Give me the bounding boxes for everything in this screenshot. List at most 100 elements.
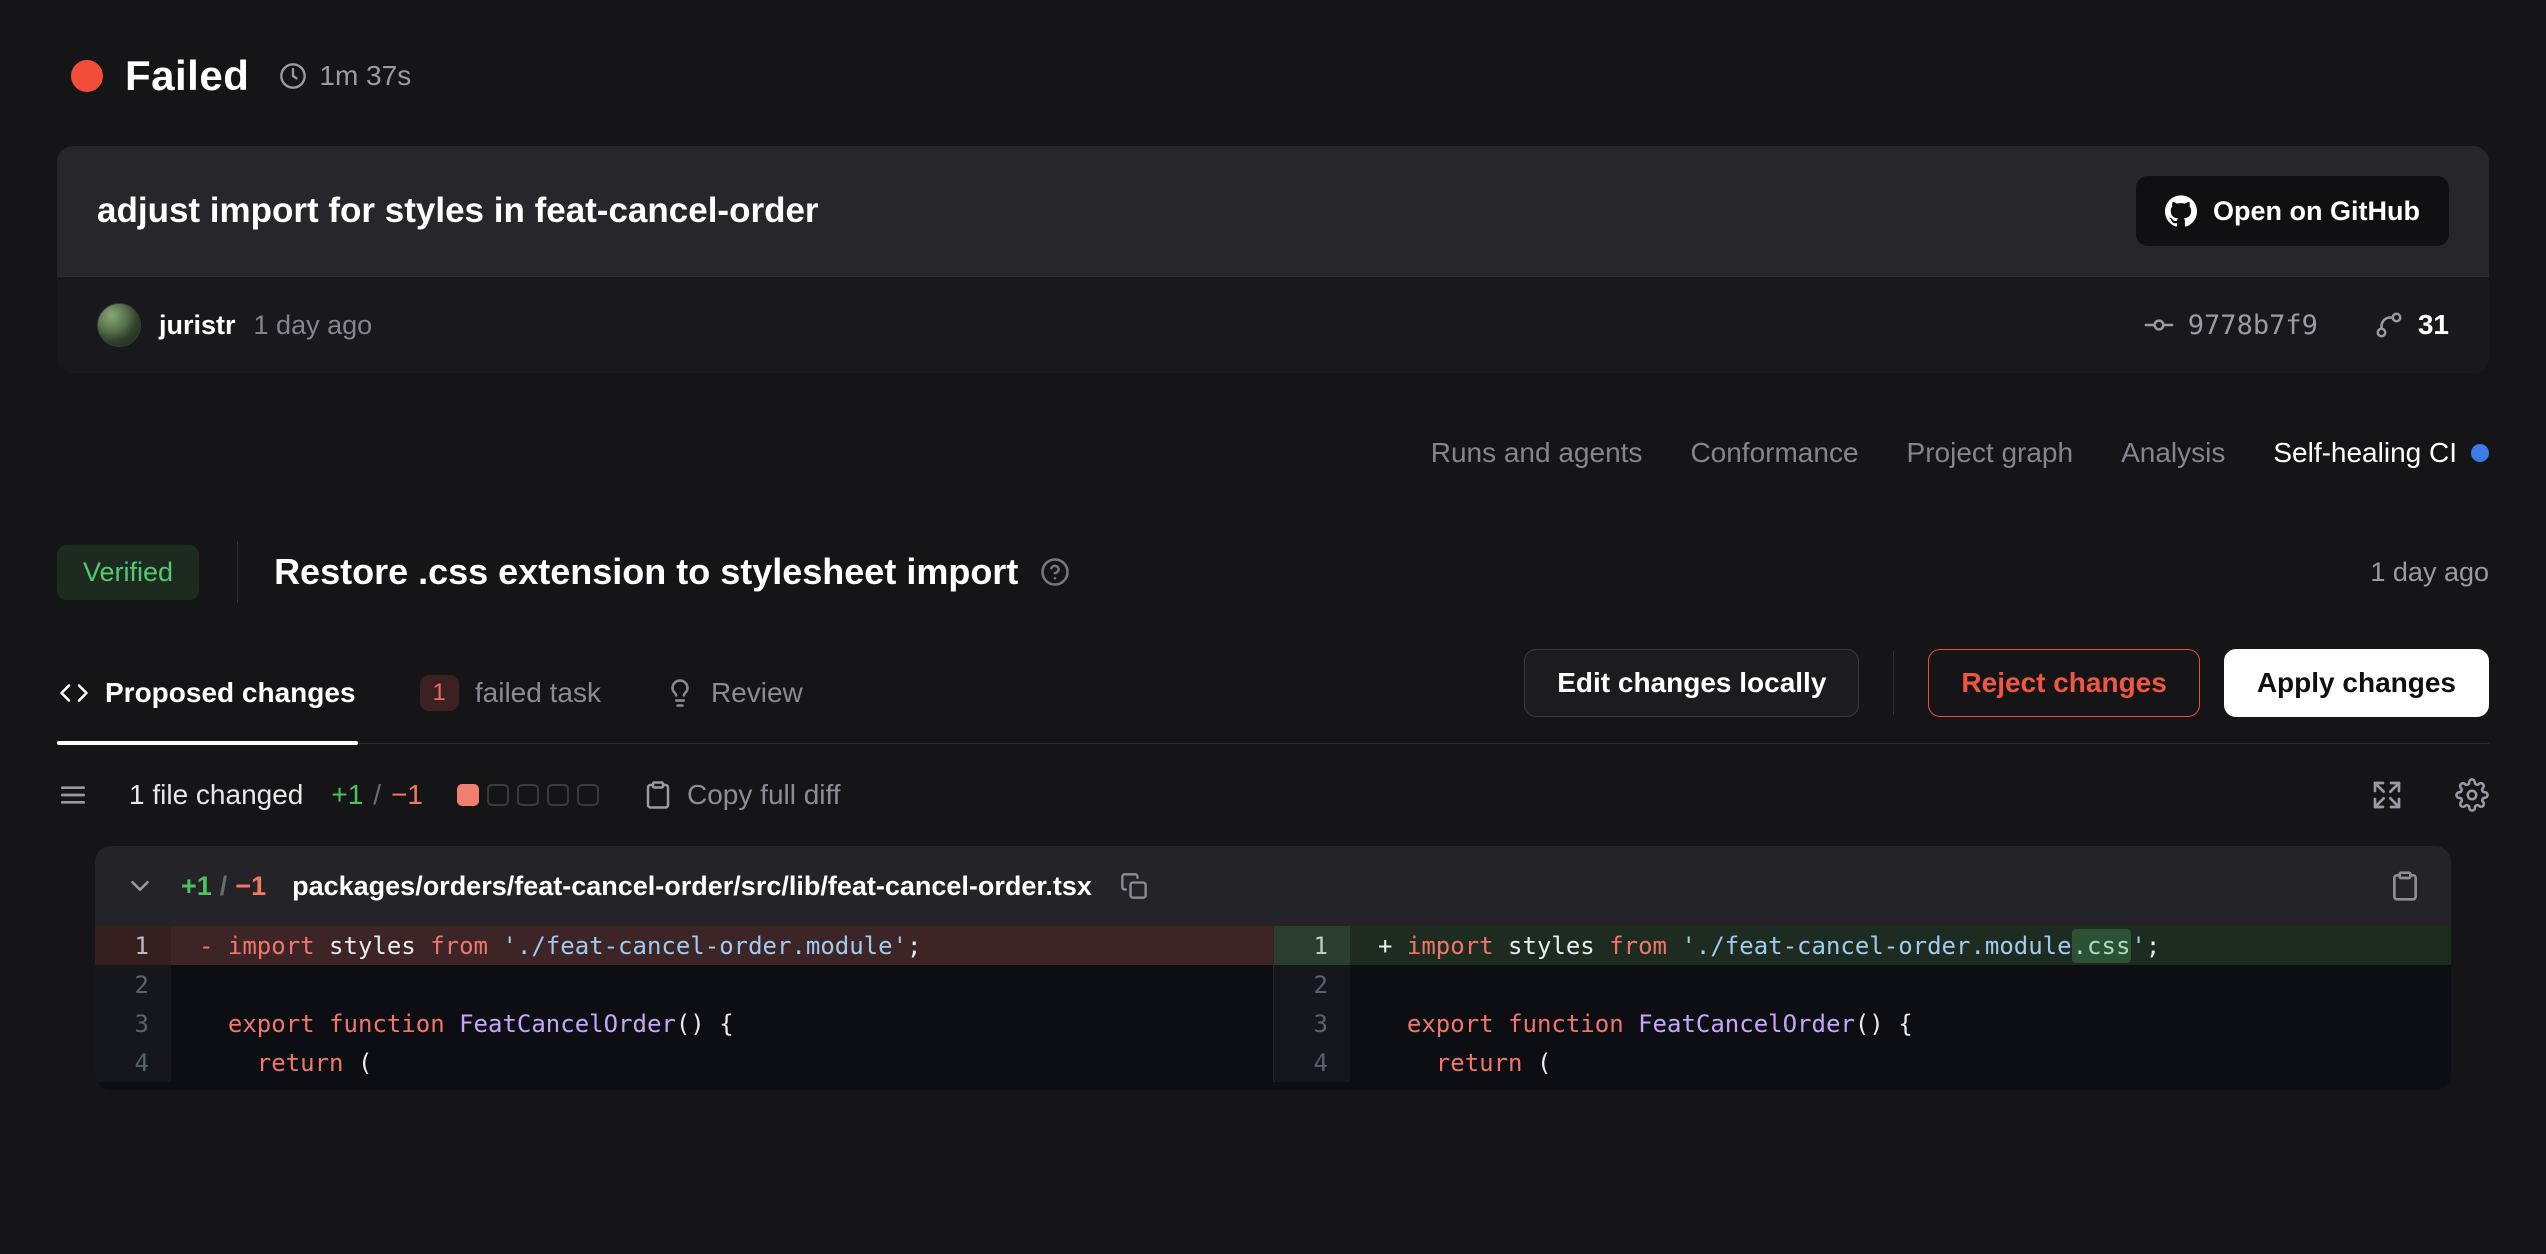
line-content — [171, 965, 1273, 1004]
commit-title-row: adjust import for styles in feat-cancel-… — [57, 146, 2489, 276]
active-nav-dot — [2471, 444, 2489, 462]
github-button-label: Open on GitHub — [2213, 196, 2420, 227]
copy-path-icon[interactable] — [1120, 872, 1148, 900]
nav-conformance[interactable]: Conformance — [1690, 437, 1858, 469]
clock-icon — [279, 62, 307, 90]
copy-full-diff-button[interactable]: Copy full diff — [643, 779, 841, 811]
ratio-square — [487, 784, 509, 806]
diff-line: 1- import styles from './feat-cancel-ord… — [95, 926, 1273, 965]
diff-stats: +1 / −1 — [331, 779, 423, 811]
line-number: 4 — [1274, 1043, 1350, 1082]
diff-toolbar-right — [2371, 778, 2489, 812]
commit-hash-text: 9778b7f9 — [2188, 310, 2318, 341]
vertical-divider — [237, 541, 238, 603]
nav-project-graph[interactable]: Project graph — [1907, 437, 2074, 469]
line-content: export function FeatCancelOrder() { — [171, 1004, 1273, 1043]
status-label: Failed — [125, 52, 249, 100]
nav-self-healing-ci[interactable]: Self-healing CI — [2273, 437, 2489, 469]
ratio-square — [517, 784, 539, 806]
diff-toolbar-left: 1 file changed +1 / −1 Copy full diff — [57, 779, 841, 811]
diff-line: 1+ import styles from './feat-cancel-ord… — [1274, 926, 2451, 965]
clipboard-icon — [643, 780, 673, 810]
copy-full-diff-label: Copy full diff — [687, 779, 841, 811]
file-additions: +1 — [181, 871, 212, 902]
additions-count: +1 — [331, 779, 363, 811]
line-number: 4 — [95, 1043, 171, 1082]
commit-meta-row: juristr 1 day ago 9778b7f9 31 — [57, 276, 2489, 373]
commit-meta-right: 9778b7f9 31 — [2144, 309, 2449, 341]
apply-changes-button[interactable]: Apply changes — [2224, 649, 2489, 717]
line-number: 3 — [1274, 1004, 1350, 1043]
file-header: +1 / −1 packages/orders/feat-cancel-orde… — [95, 846, 2451, 926]
commit-hash[interactable]: 9778b7f9 — [2144, 310, 2318, 341]
diff-line: 2 — [1274, 965, 2451, 1004]
branch-stat[interactable]: 31 — [2374, 309, 2449, 341]
nav-runs-and-agents[interactable]: Runs and agents — [1431, 437, 1643, 469]
hamburger-menu-icon[interactable] — [57, 779, 89, 811]
line-number: 1 — [1274, 926, 1350, 965]
commit-time: 1 day ago — [254, 310, 373, 341]
branch-icon — [2374, 310, 2404, 340]
diff-line: 3 export function FeatCancelOrder() { — [95, 1004, 1273, 1043]
github-icon — [2165, 195, 2197, 227]
code-icon — [59, 678, 89, 708]
file-slash: / — [220, 871, 228, 902]
file-diff-stats: +1 / −1 — [181, 871, 266, 902]
line-content: export function FeatCancelOrder() { — [1350, 1004, 2451, 1043]
line-content: - import styles from './feat-cancel-orde… — [171, 926, 1273, 965]
branch-count: 31 — [2418, 309, 2449, 341]
line-number: 3 — [95, 1004, 171, 1043]
gear-icon[interactable] — [2455, 778, 2489, 812]
ratio-square — [457, 784, 479, 806]
tabs-bar: Proposed changes 1 failed task Review Ed… — [57, 649, 2489, 744]
status-row: Failed 1m 37s — [71, 52, 2489, 100]
diff-pane-right: 1+ import styles from './feat-cancel-ord… — [1273, 926, 2451, 1082]
stats-slash: / — [373, 779, 381, 811]
reject-changes-button[interactable]: Reject changes — [1928, 649, 2199, 717]
author-name: juristr — [159, 310, 236, 341]
diff-line: 2 — [95, 965, 1273, 1004]
duration-text: 1m 37s — [319, 60, 411, 92]
page: Failed 1m 37s adjust import for styles i… — [0, 0, 2546, 1090]
ratio-square — [547, 784, 569, 806]
line-number: 2 — [1274, 965, 1350, 1004]
line-number: 1 — [95, 926, 171, 965]
tab-failed-task[interactable]: 1 failed task — [418, 659, 603, 743]
tab-proposed-changes[interactable]: Proposed changes — [57, 659, 358, 743]
avatar[interactable] — [97, 303, 141, 347]
copy-file-diff-icon[interactable] — [2389, 870, 2421, 902]
line-content: + import styles from './feat-cancel-orde… — [1350, 926, 2451, 965]
commit-icon — [2144, 310, 2174, 340]
ratio-square — [577, 784, 599, 806]
status-duration: 1m 37s — [279, 60, 411, 92]
open-on-github-button[interactable]: Open on GitHub — [2136, 176, 2449, 246]
line-content: return ( — [171, 1043, 1273, 1082]
failed-count-badge: 1 — [420, 675, 459, 711]
status-failed-dot — [71, 60, 103, 92]
line-number: 2 — [95, 965, 171, 1004]
review-header: Verified Restore .css extension to style… — [57, 541, 2489, 603]
tab-review[interactable]: Review — [663, 659, 805, 743]
commit-card: adjust import for styles in feat-cancel-… — [57, 146, 2489, 373]
nav-row: Runs and agents Conformance Project grap… — [57, 437, 2489, 469]
file-path: packages/orders/feat-cancel-order/src/li… — [292, 871, 1092, 902]
help-circle-icon[interactable] — [1040, 557, 1070, 587]
file-deletions: −1 — [235, 871, 266, 902]
diff-card: +1 / −1 packages/orders/feat-cancel-orde… — [95, 846, 2451, 1090]
diff-split-view: 1- import styles from './feat-cancel-ord… — [95, 926, 2451, 1090]
commit-author: juristr 1 day ago — [97, 303, 372, 347]
nav-analysis[interactable]: Analysis — [2121, 437, 2225, 469]
review-time: 1 day ago — [2370, 557, 2489, 588]
review-title: Restore .css extension to stylesheet imp… — [274, 551, 1018, 593]
edit-changes-locally-button[interactable]: Edit changes locally — [1524, 649, 1859, 717]
diff-toolbar: 1 file changed +1 / −1 Copy full diff — [57, 778, 2489, 812]
nav-self-healing-label: Self-healing CI — [2273, 437, 2457, 469]
chevron-down-icon[interactable] — [125, 871, 155, 901]
expand-icon[interactable] — [2371, 779, 2403, 811]
commit-title: adjust import for styles in feat-cancel-… — [97, 191, 819, 231]
tabs: Proposed changes 1 failed task Review — [57, 659, 805, 743]
diff-line: 4 return ( — [1274, 1043, 2451, 1082]
tab-failed-label: failed task — [475, 677, 601, 709]
verified-badge: Verified — [57, 545, 199, 600]
line-content — [1350, 965, 2451, 1004]
